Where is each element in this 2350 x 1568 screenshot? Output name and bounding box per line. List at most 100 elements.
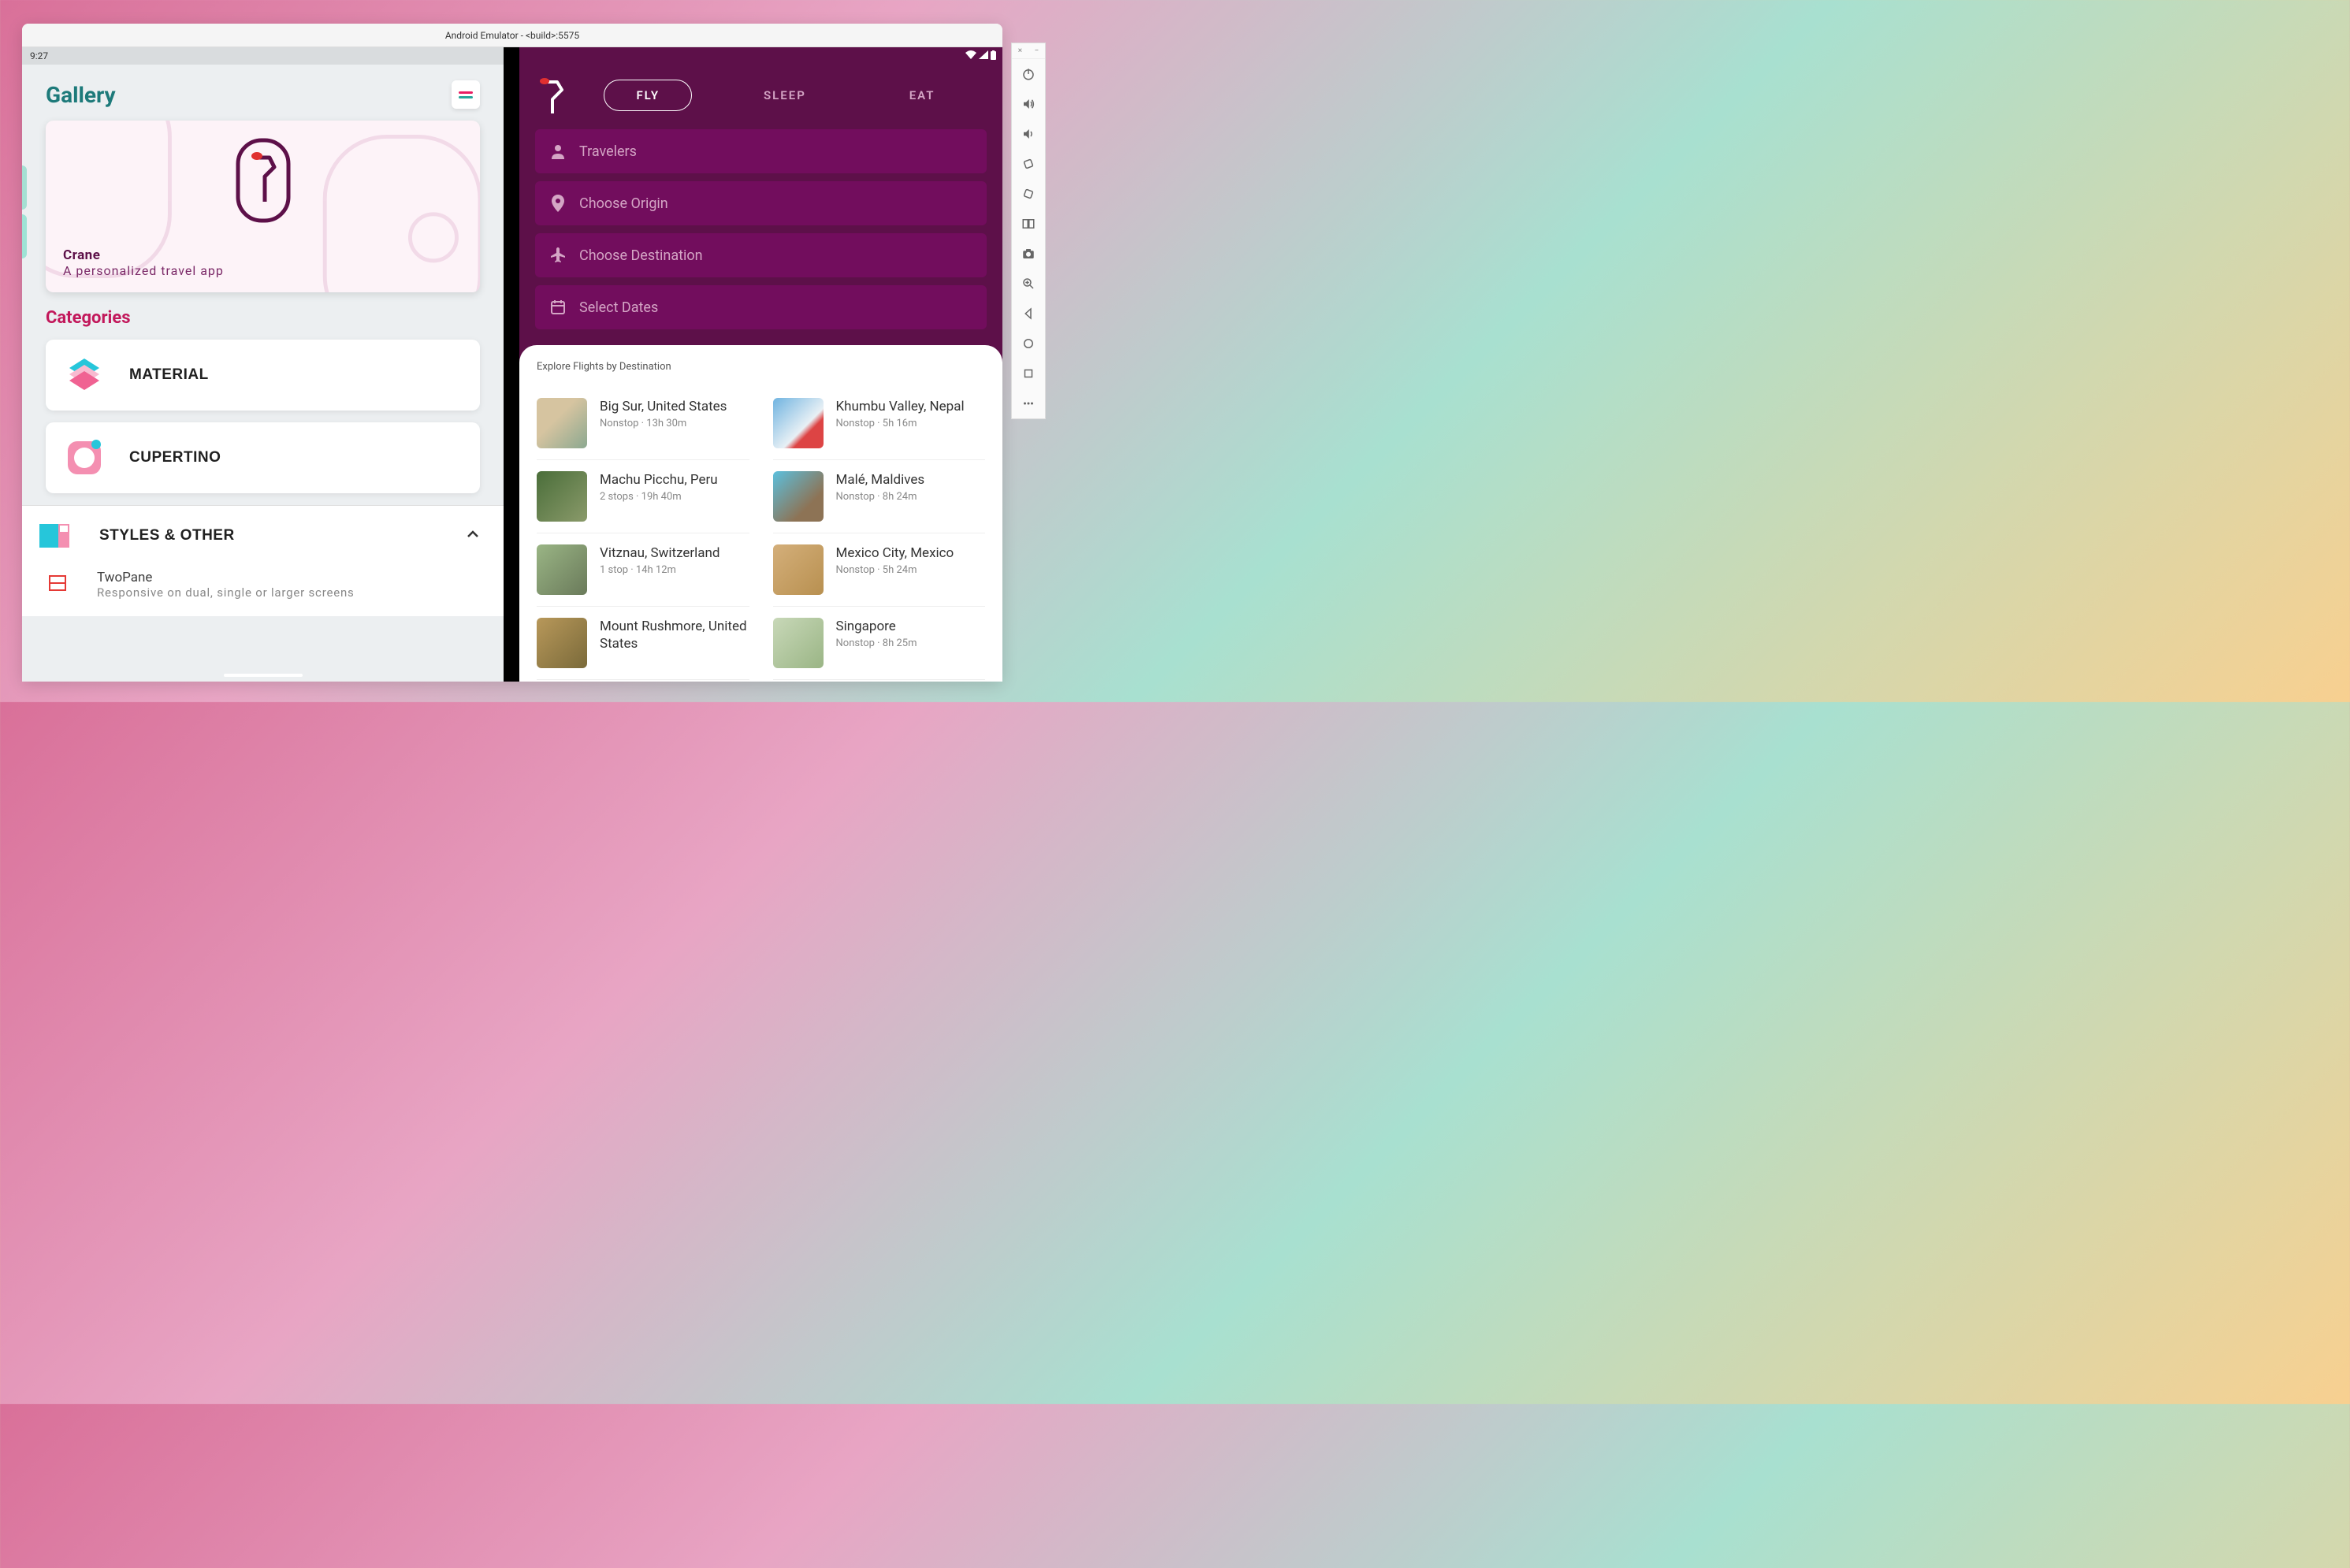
flight-item[interactable]: Mount Rushmore, United States: [537, 607, 749, 680]
flights-title: Explore Flights by Destination: [537, 361, 985, 373]
rotate-left-button[interactable]: [1012, 149, 1045, 179]
flight-item[interactable]: Singapore Nonstop · 8h 25m: [773, 607, 986, 680]
flight-name: Machu Picchu, Peru: [600, 471, 749, 489]
flight-image: [773, 618, 824, 668]
settings-toggle[interactable]: [452, 80, 480, 109]
crane-app-pane: FLY SLEEP EAT Travelers Choose Origin: [519, 47, 1002, 682]
emulator-toolbar: × −: [1011, 43, 1046, 419]
window-title-bar: Android Emulator - <build>:5575: [22, 24, 1002, 47]
calendar-icon: [549, 299, 567, 316]
tab-fly[interactable]: FLY: [604, 80, 692, 111]
volume-down-button[interactable]: [1012, 119, 1045, 149]
edge-tab[interactable]: [22, 165, 27, 210]
overview-button[interactable]: [1012, 359, 1045, 388]
flight-image: [773, 544, 824, 595]
crane-logo-icon: [235, 137, 292, 227]
input-dates[interactable]: Select Dates: [535, 285, 987, 329]
gallery-pane: 9:27 Gallery Crane: [22, 47, 504, 682]
flight-name: Mount Rushmore, United States: [600, 618, 749, 652]
input-label: Choose Destination: [579, 247, 703, 264]
flight-text: Big Sur, United States Nonstop · 13h 30m: [600, 398, 749, 448]
flight-text: Mount Rushmore, United States: [600, 618, 749, 668]
edge-tabs: [22, 165, 27, 263]
flight-detail: Nonstop · 13h 30m: [600, 418, 749, 429]
flights-grid: Big Sur, United States Nonstop · 13h 30m…: [537, 387, 985, 680]
flights-panel: Explore Flights by Destination Big Sur, …: [519, 345, 1002, 682]
styles-item-subtitle: Responsive on dual, single or larger scr…: [97, 585, 355, 600]
flight-text: Machu Picchu, Peru 2 stops · 19h 40m: [600, 471, 749, 522]
flight-name: Malé, Maldives: [836, 471, 986, 489]
fold-button[interactable]: [1012, 209, 1045, 239]
more-button[interactable]: [1012, 388, 1045, 418]
flight-image: [773, 471, 824, 522]
gallery-header: Gallery: [22, 65, 504, 121]
home-indicator[interactable]: [224, 674, 303, 677]
emulator-window: Android Emulator - <build>:5575 9:27 Gal…: [22, 24, 1002, 682]
flight-item[interactable]: Big Sur, United States Nonstop · 13h 30m: [537, 387, 749, 460]
styles-header[interactable]: STYLES & OTHER: [22, 506, 504, 565]
category-cupertino[interactable]: CUPERTINO: [46, 422, 480, 493]
power-button[interactable]: [1012, 59, 1045, 89]
gallery-title: Gallery: [46, 82, 116, 108]
flight-item[interactable]: Mexico City, Mexico Nonstop · 5h 24m: [773, 533, 986, 607]
categories-title: Categories: [22, 308, 504, 340]
input-origin[interactable]: Choose Origin: [535, 181, 987, 225]
status-bar: 9:27: [22, 47, 504, 65]
close-icon[interactable]: ×: [1018, 46, 1022, 55]
tab-sleep[interactable]: SLEEP: [732, 80, 838, 110]
zoom-button[interactable]: [1012, 269, 1045, 299]
tab-eat[interactable]: EAT: [878, 80, 967, 110]
input-travelers[interactable]: Travelers: [535, 129, 987, 173]
styles-item-title: TwoPane: [97, 570, 355, 585]
flight-image: [773, 398, 824, 448]
crane-tabs: FLY SLEEP EAT: [519, 65, 1002, 129]
flight-detail: Nonstop · 5h 16m: [836, 418, 986, 429]
flight-text: Khumbu Valley, Nepal Nonstop · 5h 16m: [836, 398, 986, 448]
toggle-bar-icon: [459, 91, 473, 94]
home-button[interactable]: [1012, 329, 1045, 359]
flight-item[interactable]: Vitznau, Switzerland 1 stop · 14h 12m: [537, 533, 749, 607]
styles-item-twopane[interactable]: TwoPane Responsive on dual, single or la…: [22, 565, 504, 616]
home-indicator[interactable]: [551, 674, 630, 677]
crane-inputs: Travelers Choose Origin Choose Destinati…: [519, 129, 1002, 345]
wifi-icon: [965, 50, 976, 61]
styles-icon: [33, 519, 82, 552]
flight-item[interactable]: Machu Picchu, Peru 2 stops · 19h 40m: [537, 460, 749, 533]
crane-card[interactable]: Crane A personalized travel app: [46, 121, 480, 292]
toolbar-header: × −: [1012, 43, 1045, 59]
emulator-content: 9:27 Gallery Crane: [22, 47, 1002, 682]
flight-name: Khumbu Valley, Nepal: [836, 398, 986, 415]
cupertino-icon: [63, 437, 106, 479]
flight-item[interactable]: Khumbu Valley, Nepal Nonstop · 5h 16m: [773, 387, 986, 460]
crane-logo-icon[interactable]: [535, 76, 568, 115]
crane-card-title: Crane: [63, 247, 463, 263]
flight-image: [537, 618, 587, 668]
category-label: MATERIAL: [129, 366, 209, 384]
twopane-icon: [46, 571, 69, 595]
minimize-icon[interactable]: −: [1035, 46, 1039, 55]
flight-text: Vitznau, Switzerland 1 stop · 14h 12m: [600, 544, 749, 595]
input-destination[interactable]: Choose Destination: [535, 233, 987, 277]
location-icon: [549, 195, 567, 212]
person-icon: [549, 143, 567, 160]
flight-detail: 2 stops · 19h 40m: [600, 491, 749, 503]
volume-up-button[interactable]: [1012, 89, 1045, 119]
crane-card-subtitle: A personalized travel app: [63, 263, 463, 278]
screenshot-button[interactable]: [1012, 239, 1045, 269]
material-icon: [63, 354, 106, 396]
flight-name: Vitznau, Switzerland: [600, 544, 749, 562]
flight-detail: Nonstop · 8h 25m: [836, 637, 986, 649]
window-title: Android Emulator - <build>:5575: [445, 30, 579, 41]
styles-section: STYLES & OTHER TwoPane Responsive on dua…: [22, 505, 504, 616]
status-time: 9:27: [30, 50, 48, 61]
flight-text: Malé, Maldives Nonstop · 8h 24m: [836, 471, 986, 522]
signal-icon: [979, 50, 988, 61]
edge-tab[interactable]: [22, 214, 27, 258]
rotate-right-button[interactable]: [1012, 179, 1045, 209]
flight-item[interactable]: Malé, Maldives Nonstop · 8h 24m: [773, 460, 986, 533]
category-material[interactable]: MATERIAL: [46, 340, 480, 411]
styles-item-text: TwoPane Responsive on dual, single or la…: [97, 570, 355, 600]
split-divider[interactable]: [504, 47, 519, 682]
input-label: Select Dates: [579, 299, 658, 316]
back-button[interactable]: [1012, 299, 1045, 329]
